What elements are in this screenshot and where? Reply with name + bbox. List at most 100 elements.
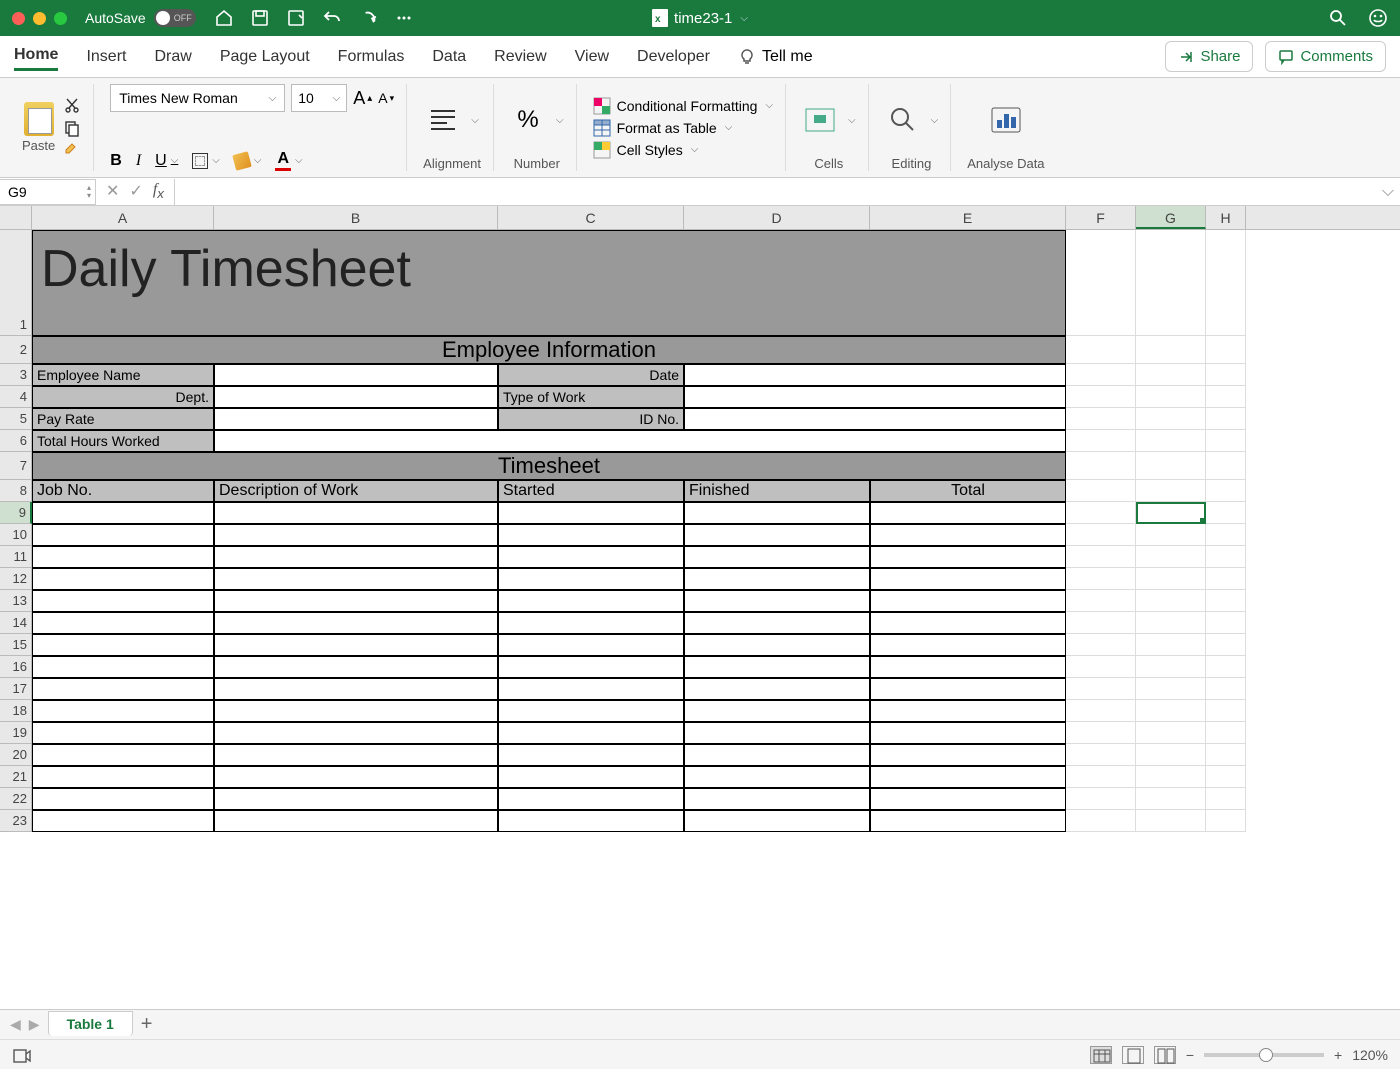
- format-as-table-button[interactable]: Format as Table⌵: [593, 119, 773, 137]
- cell-A4[interactable]: Dept.: [32, 386, 214, 408]
- table-cell[interactable]: [32, 546, 214, 568]
- table-cell[interactable]: [214, 634, 498, 656]
- cell[interactable]: [1066, 656, 1136, 678]
- row-header-16[interactable]: 16: [0, 656, 32, 678]
- table-cell[interactable]: [684, 700, 870, 722]
- cell-section-ts[interactable]: Timesheet: [32, 452, 1066, 480]
- zoom-slider[interactable]: [1204, 1053, 1324, 1057]
- cell[interactable]: [1206, 788, 1246, 810]
- cell[interactable]: [1206, 700, 1246, 722]
- table-cell[interactable]: [684, 766, 870, 788]
- table-cell[interactable]: [870, 524, 1066, 546]
- cell-section-emp[interactable]: Employee Information: [32, 336, 1066, 364]
- cell-E8[interactable]: Total: [870, 480, 1066, 502]
- alignment-button[interactable]: [425, 102, 461, 138]
- cell-D5[interactable]: [684, 408, 1066, 430]
- record-macro-icon[interactable]: [12, 1046, 32, 1064]
- table-cell[interactable]: [684, 612, 870, 634]
- prev-sheet-button[interactable]: ◀: [10, 1016, 21, 1033]
- table-cell[interactable]: [498, 766, 684, 788]
- number-format-button[interactable]: %: [510, 102, 546, 138]
- cell[interactable]: [1206, 568, 1246, 590]
- col-header-A[interactable]: A: [32, 206, 214, 229]
- format-painter-button[interactable]: [63, 141, 81, 159]
- table-cell[interactable]: [870, 590, 1066, 612]
- table-cell[interactable]: [214, 590, 498, 612]
- tab-draw[interactable]: Draw: [154, 44, 191, 70]
- cell[interactable]: [1136, 634, 1206, 656]
- table-cell[interactable]: [32, 766, 214, 788]
- table-cell[interactable]: [214, 612, 498, 634]
- cell[interactable]: [1206, 590, 1246, 612]
- cell-C4[interactable]: Type of Work: [498, 386, 684, 408]
- cell-A5[interactable]: Pay Rate: [32, 408, 214, 430]
- cell[interactable]: [1136, 700, 1206, 722]
- cell-D4[interactable]: [684, 386, 1066, 408]
- cell[interactable]: [1136, 590, 1206, 612]
- table-cell[interactable]: [498, 524, 684, 546]
- row-header-1[interactable]: 1: [0, 230, 32, 336]
- bold-button[interactable]: B: [110, 152, 122, 170]
- enter-formula-button[interactable]: ✓: [129, 181, 142, 201]
- table-cell[interactable]: [684, 722, 870, 744]
- table-cell[interactable]: [214, 810, 498, 832]
- font-size-select[interactable]: 10⌵: [291, 84, 347, 112]
- row-header-22[interactable]: 22: [0, 788, 32, 810]
- table-cell[interactable]: [498, 722, 684, 744]
- tab-review[interactable]: Review: [494, 44, 546, 70]
- row-header-11[interactable]: 11: [0, 546, 32, 568]
- table-cell[interactable]: [32, 568, 214, 590]
- cell[interactable]: [1206, 722, 1246, 744]
- cell-area[interactable]: Daily Timesheet Employee Information Emp…: [32, 230, 1246, 832]
- cell[interactable]: [1066, 788, 1136, 810]
- cell-B6[interactable]: [214, 430, 1066, 452]
- table-cell[interactable]: [498, 502, 684, 524]
- table-cell[interactable]: [498, 634, 684, 656]
- cell-B8[interactable]: Description of Work: [214, 480, 498, 502]
- font-color-button[interactable]: A⌵: [275, 150, 302, 171]
- table-cell[interactable]: [684, 546, 870, 568]
- row-header-20[interactable]: 20: [0, 744, 32, 766]
- row-header-4[interactable]: 4: [0, 386, 32, 408]
- redo-icon[interactable]: [358, 8, 378, 28]
- cell[interactable]: [1066, 546, 1136, 568]
- cell[interactable]: [1206, 634, 1246, 656]
- table-cell[interactable]: [32, 678, 214, 700]
- chevron-down-icon[interactable]: ⌵: [931, 115, 939, 126]
- table-cell[interactable]: [498, 788, 684, 810]
- cell[interactable]: [1066, 612, 1136, 634]
- cell[interactable]: [1136, 502, 1206, 524]
- col-header-H[interactable]: H: [1206, 206, 1246, 229]
- col-header-B[interactable]: B: [214, 206, 498, 229]
- cell-B5[interactable]: [214, 408, 498, 430]
- table-cell[interactable]: [498, 568, 684, 590]
- row-header-12[interactable]: 12: [0, 568, 32, 590]
- row-header-10[interactable]: 10: [0, 524, 32, 546]
- cell[interactable]: [1066, 744, 1136, 766]
- cell[interactable]: [1136, 524, 1206, 546]
- cell[interactable]: [1206, 502, 1246, 524]
- row-header-3[interactable]: 3: [0, 364, 32, 386]
- select-all-corner[interactable]: [0, 206, 32, 229]
- document-title[interactable]: x time23-1 ⌵: [652, 9, 748, 27]
- table-cell[interactable]: [684, 568, 870, 590]
- cell[interactable]: [1066, 590, 1136, 612]
- table-cell[interactable]: [214, 656, 498, 678]
- table-cell[interactable]: [684, 744, 870, 766]
- tab-developer[interactable]: Developer: [637, 44, 710, 70]
- table-cell[interactable]: [498, 700, 684, 722]
- cells-button[interactable]: [802, 102, 838, 138]
- tab-home[interactable]: Home: [14, 42, 58, 71]
- cell[interactable]: [1206, 766, 1246, 788]
- table-cell[interactable]: [498, 744, 684, 766]
- chevron-down-icon[interactable]: ⌵: [471, 115, 479, 126]
- row-header-7[interactable]: 7: [0, 452, 32, 480]
- spreadsheet-grid[interactable]: A B C D E F G H 1 2 3 4 5 6 7 8 9 10 11 …: [0, 206, 1400, 1036]
- italic-button[interactable]: I: [136, 152, 141, 170]
- tab-insert[interactable]: Insert: [86, 44, 126, 70]
- row-header-9[interactable]: 9: [0, 502, 32, 524]
- table-cell[interactable]: [498, 656, 684, 678]
- more-icon[interactable]: [394, 8, 414, 28]
- table-cell[interactable]: [214, 788, 498, 810]
- save-as-icon[interactable]: [286, 8, 306, 28]
